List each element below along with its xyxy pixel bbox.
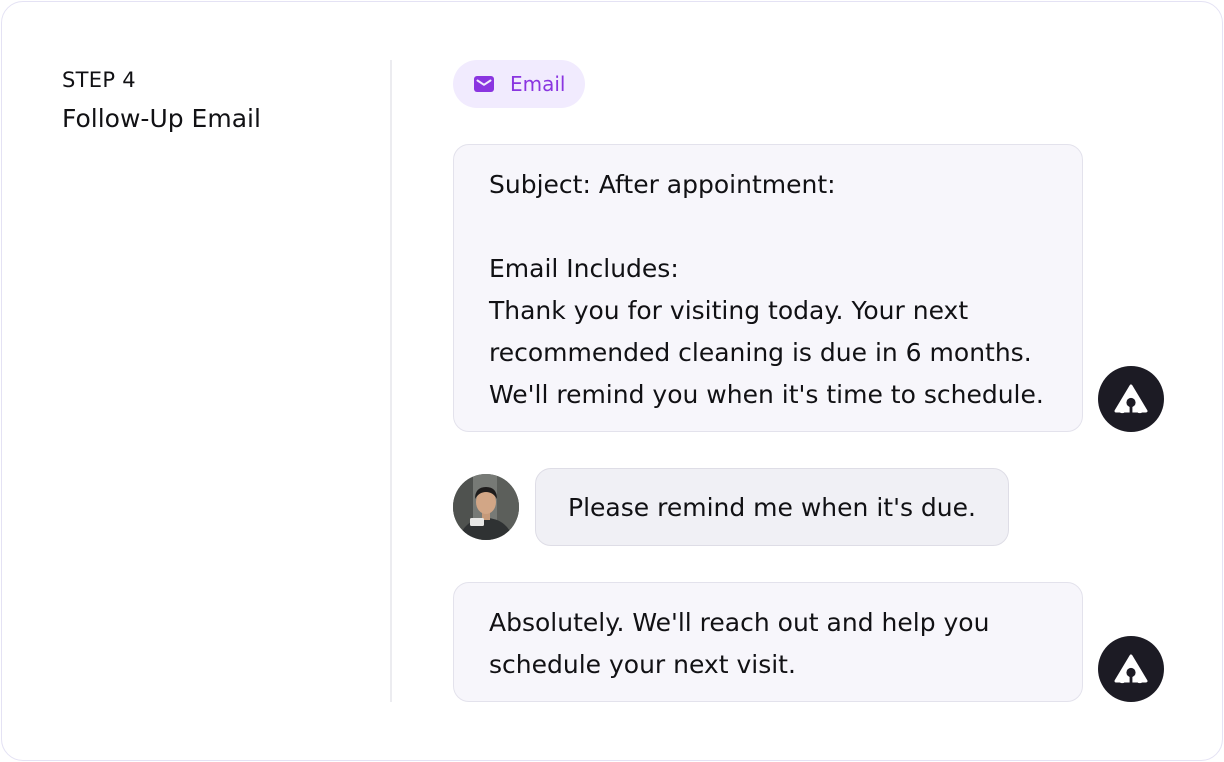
assistant-message: Subject: After appointment: Email Includ… <box>453 144 1083 432</box>
user-avatar <box>453 474 519 540</box>
message-line: Absolutely. We'll reach out and help you <box>489 608 990 637</box>
step-label: STEP 4 <box>62 68 136 92</box>
channel-badge: Email <box>453 60 585 108</box>
message-line: Thank you for visiting today. Your next <box>489 296 969 325</box>
assistant-logo-icon <box>1098 636 1164 702</box>
step-title: Follow-Up Email <box>62 104 261 133</box>
message-line: recommended cleaning is due in 6 months. <box>489 338 1032 367</box>
mail-icon <box>472 72 496 96</box>
user-message-text: Please remind me when it's due. <box>568 492 976 522</box>
channel-label: Email <box>510 72 566 96</box>
email-subject-line: Subject: After appointment: <box>489 170 836 199</box>
email-includes-heading: Email Includes: <box>489 254 679 283</box>
message-line: We'll remind you when it's time to sched… <box>489 380 1044 409</box>
message-line: schedule your next visit. <box>489 650 796 679</box>
assistant-message: Absolutely. We'll reach out and help you… <box>453 582 1083 702</box>
user-message: Please remind me when it's due. <box>535 468 1009 546</box>
section-divider <box>390 60 392 702</box>
assistant-logo-icon <box>1098 366 1164 432</box>
